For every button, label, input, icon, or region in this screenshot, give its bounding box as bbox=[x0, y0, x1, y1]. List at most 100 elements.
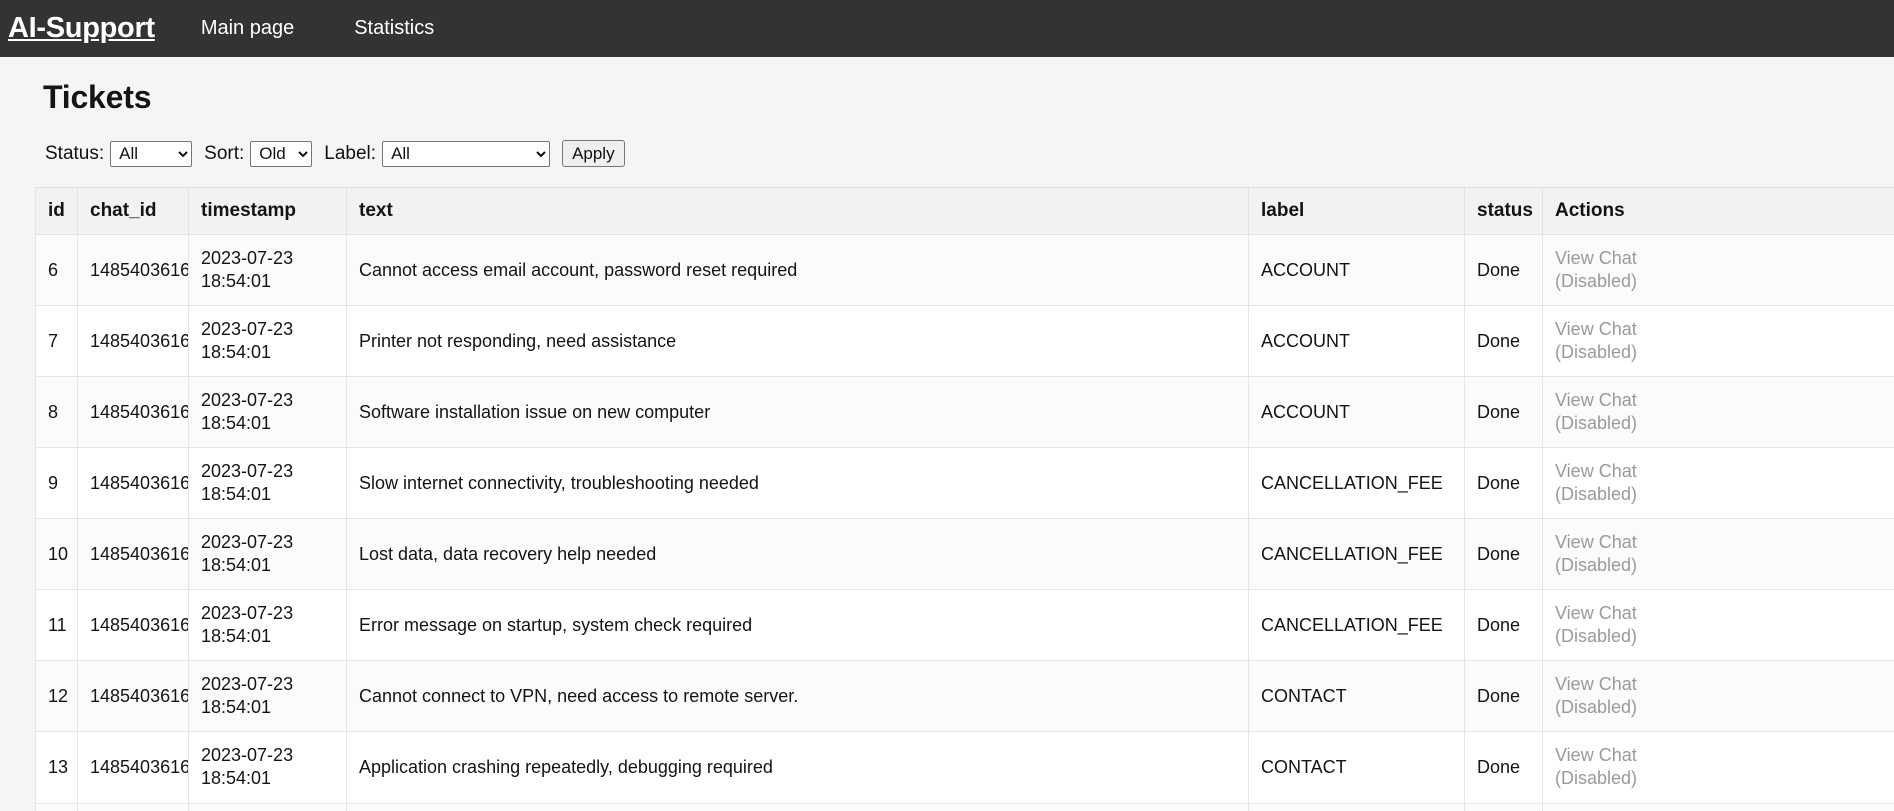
view-chat-disabled-link: View Chat (Disabled) bbox=[1555, 745, 1638, 789]
cell-actions: View Chat (Disabled) bbox=[1542, 305, 1894, 378]
cell-actions: View Chat (Disabled) bbox=[1542, 376, 1894, 449]
cell-timestamp: 2023-07-23 18:54:01 bbox=[188, 376, 347, 449]
cell-text: Cannot connect to VPN, need access to re… bbox=[346, 660, 1249, 733]
table-row: 9 1485403616 2023-07-23 18:54:01 Slow inter… bbox=[35, 447, 1894, 520]
cell-chat-id: 1485403616 bbox=[77, 589, 189, 662]
top-navbar: AI-Support Main page Statistics bbox=[0, 0, 1894, 57]
cell-text: Error message on startup, system check r… bbox=[346, 589, 1249, 662]
table-row: 10 1485403616 2023-07-23 18:54:01 Lost data… bbox=[35, 518, 1894, 591]
cell-id: 11 bbox=[35, 589, 78, 662]
cell-text: Lost data, data recovery help needed bbox=[346, 518, 1249, 591]
table-row: 6 1485403616 2023-07-23 18:54:01 Cannot acc… bbox=[35, 233, 1894, 307]
view-chat-disabled-link: View Chat (Disabled) bbox=[1555, 461, 1638, 505]
cell-timestamp: 2023-07-23 18:54:01 bbox=[188, 589, 347, 662]
cell-label: ACCOUNT bbox=[1248, 305, 1465, 378]
cell-chat-id: 1485403616 bbox=[77, 660, 189, 733]
cell-timestamp: 2023-07-23 18:54:01 bbox=[188, 518, 347, 591]
table-header-row: id chat_id timestamp text label status A… bbox=[35, 187, 1894, 235]
table-row: 1414854036162023-07-23 18:54:01Need prin… bbox=[35, 802, 1894, 811]
cell-status: Done bbox=[1464, 660, 1543, 733]
cell-status: Done bbox=[1464, 233, 1543, 307]
cell-id: 14 bbox=[35, 802, 78, 811]
view-chat-disabled-link: View Chat (Disabled) bbox=[1555, 390, 1638, 434]
view-chat-disabled-link: View Chat (Disabled) bbox=[1555, 674, 1638, 718]
tickets-table: id chat_id timestamp text label status A… bbox=[35, 187, 1894, 811]
cell-label: CANCELLATION_FEE bbox=[1248, 589, 1465, 662]
nav-link-main-page[interactable]: Main page bbox=[201, 17, 294, 40]
column-header-status: status bbox=[1464, 187, 1543, 235]
cell-id: 10 bbox=[35, 518, 78, 591]
cell-actions: View Chat (Disabled) bbox=[1542, 589, 1894, 662]
cell-status: Done bbox=[1464, 802, 1543, 811]
filter-bar: Status: All Sort: Old Label: All Apply bbox=[45, 140, 1876, 167]
sort-filter-label: Sort: bbox=[204, 142, 245, 164]
brand-logo[interactable]: AI-Support bbox=[8, 12, 155, 45]
cell-status: Done bbox=[1464, 376, 1543, 449]
cell-timestamp: 2023-07-23 18:54:01 bbox=[188, 233, 347, 307]
view-chat-disabled-link: View Chat (Disabled) bbox=[1555, 319, 1638, 363]
table-row: 7 1485403616 2023-07-23 18:54:01 Printer no… bbox=[35, 305, 1894, 378]
cell-status: Done bbox=[1464, 589, 1543, 662]
cell-text: Application crashing repeatedly, debuggi… bbox=[346, 731, 1249, 804]
view-chat-disabled-link: View Chat (Disabled) bbox=[1555, 603, 1638, 647]
cell-chat-id: 1485403616 bbox=[77, 731, 189, 804]
cell-text: Need printer driver installation on Mac … bbox=[346, 802, 1249, 811]
label-filter-label: Label: bbox=[324, 142, 377, 164]
cell-chat-id: 1485403616 bbox=[77, 233, 189, 307]
status-filter-select[interactable]: All bbox=[110, 140, 193, 167]
column-header-timestamp: timestamp bbox=[188, 187, 347, 235]
cell-label: CONTACT bbox=[1248, 731, 1465, 804]
cell-id: 8 bbox=[35, 376, 78, 449]
column-header-label: label bbox=[1248, 187, 1465, 235]
cell-id: 9 bbox=[35, 447, 78, 520]
cell-timestamp: 2023-07-23 18:54:01 bbox=[188, 447, 347, 520]
cell-chat-id: 1485403616 bbox=[77, 802, 189, 811]
table-row: 13 1485403616 2023-07-23 18:54:01 Applicati… bbox=[35, 731, 1894, 804]
cell-label: CANCELLATION_FEE bbox=[1248, 518, 1465, 591]
cell-actions: View Chat (Disabled) bbox=[1542, 660, 1894, 733]
column-header-actions: Actions bbox=[1542, 187, 1894, 235]
cell-status: Done bbox=[1464, 305, 1543, 378]
cell-label: ACCOUNT bbox=[1248, 376, 1465, 449]
cell-status: Done bbox=[1464, 447, 1543, 520]
apply-button[interactable]: Apply bbox=[562, 140, 625, 167]
table-row: 8 1485403616 2023-07-23 18:54:01 Software i… bbox=[35, 376, 1894, 449]
column-header-chat-id: chat_id bbox=[77, 187, 189, 235]
status-filter-label: Status: bbox=[45, 142, 105, 164]
column-header-id: id bbox=[35, 187, 78, 235]
page-title: Tickets bbox=[43, 79, 152, 115]
table-row: 12 1485403616 2023-07-23 18:54:01 Cannot co… bbox=[35, 660, 1894, 733]
cell-timestamp: 2023-07-23 18:54:01 bbox=[188, 731, 347, 804]
label-filter-select[interactable]: All bbox=[382, 140, 551, 167]
cell-actions: View Chat (Disabled) bbox=[1542, 518, 1894, 591]
cell-label: CONTACT bbox=[1248, 802, 1465, 811]
table-body: 6 1485403616 2023-07-23 18:54:01 Cannot acc… bbox=[35, 233, 1894, 811]
view-chat-disabled-link: View Chat (Disabled) bbox=[1555, 532, 1638, 576]
column-header-text: text bbox=[346, 187, 1249, 235]
cell-text: Cannot access email account, password re… bbox=[346, 233, 1249, 307]
cell-id: 12 bbox=[35, 660, 78, 733]
table-head: id chat_id timestamp text label status A… bbox=[35, 187, 1894, 235]
cell-id: 6 bbox=[35, 233, 78, 307]
cell-id: 7 bbox=[35, 305, 78, 378]
nav-link-statistics[interactable]: Statistics bbox=[354, 17, 434, 40]
cell-label: CONTACT bbox=[1248, 660, 1465, 733]
cell-chat-id: 1485403616 bbox=[77, 518, 189, 591]
cell-id: 13 bbox=[35, 731, 78, 804]
cell-chat-id: 1485403616 bbox=[77, 447, 189, 520]
cell-actions: View Chat (Disabled) bbox=[1542, 731, 1894, 804]
cell-actions: View Chat (Disabled) bbox=[1542, 233, 1894, 307]
cell-text: Printer not responding, need assistance bbox=[346, 305, 1249, 378]
view-chat-disabled-link: View Chat (Disabled) bbox=[1555, 248, 1638, 292]
sort-filter-select[interactable]: Old bbox=[250, 140, 313, 167]
page-content: Tickets Status: All Sort: Old Label: All… bbox=[0, 79, 1894, 811]
cell-status: Done bbox=[1464, 518, 1543, 591]
cell-actions: View Chat (Disabled) bbox=[1542, 447, 1894, 520]
cell-actions: View Chat (Disabled) bbox=[1542, 802, 1894, 811]
cell-chat-id: 1485403616 bbox=[77, 305, 189, 378]
cell-label: CANCELLATION_FEE bbox=[1248, 447, 1465, 520]
cell-chat-id: 1485403616 bbox=[77, 376, 189, 449]
cell-timestamp: 2023-07-23 18:54:01 bbox=[188, 660, 347, 733]
table-row: 11 1485403616 2023-07-23 18:54:01 Error mes… bbox=[35, 589, 1894, 662]
cell-text: Software installation issue on new compu… bbox=[346, 376, 1249, 449]
